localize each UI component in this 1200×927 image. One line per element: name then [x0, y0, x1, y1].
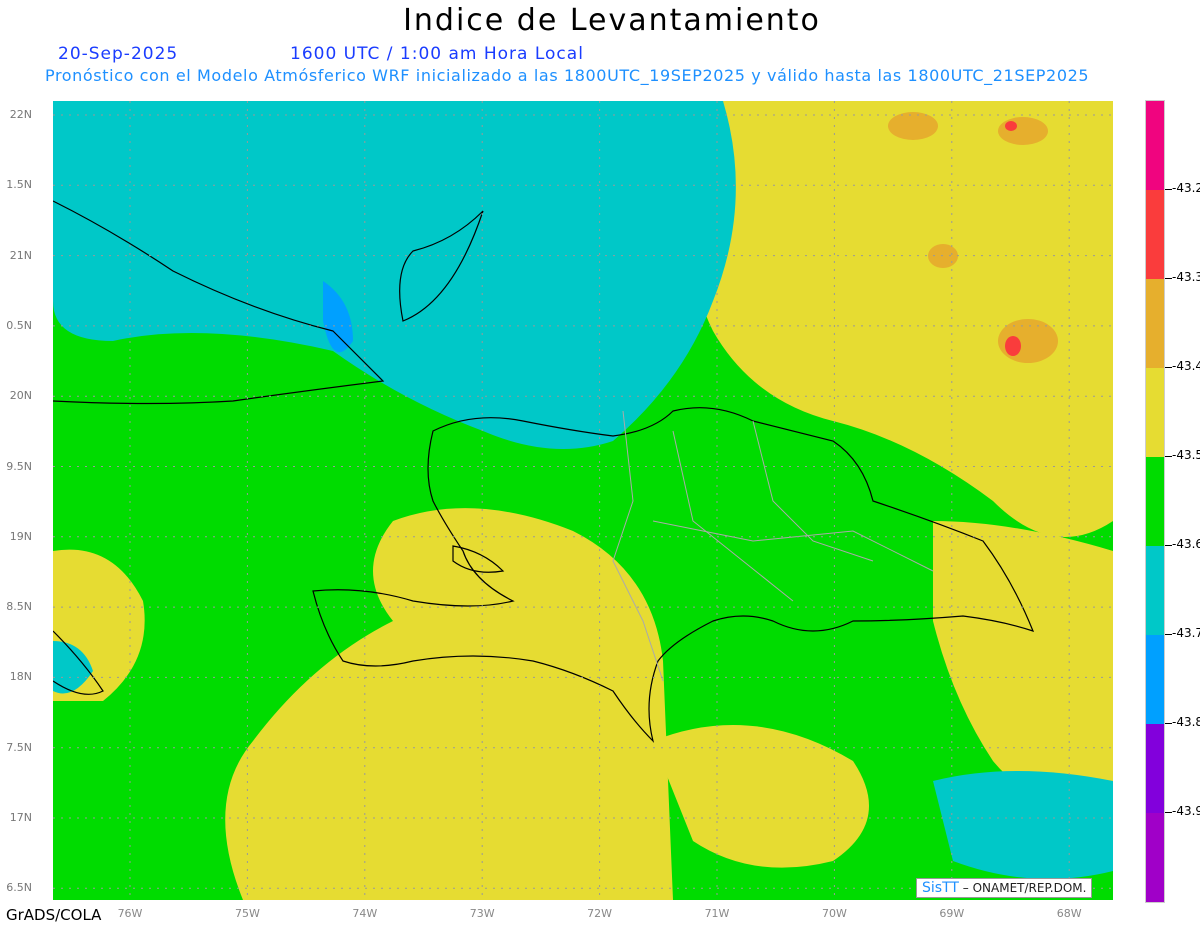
lon-label: 69W: [939, 907, 965, 920]
lifted-index-map: [53, 101, 1113, 900]
lon-label: 75W: [234, 907, 260, 920]
colorbar-segment: [1146, 546, 1164, 635]
lon-label: 73W: [469, 907, 495, 920]
lon-label: 72W: [587, 907, 613, 920]
colorbar-tick: [1165, 367, 1172, 368]
lat-label: 22N: [9, 108, 32, 121]
colorbar-segment: [1146, 813, 1164, 902]
colorbar-label: -43.7: [1172, 626, 1200, 640]
forecast-date: 20-Sep-2025: [58, 44, 179, 64]
lat-label: 17N: [9, 811, 32, 824]
lon-label: 70W: [821, 907, 847, 920]
map-title: Indice de Levantamiento: [403, 3, 821, 38]
lon-label: 68W: [1056, 907, 1082, 920]
model-subtitle: Pronóstico con el Modelo Atmósferico WRF…: [45, 66, 1090, 85]
lat-label: 20N: [9, 389, 32, 403]
lon-label: 71W: [704, 907, 730, 920]
colorbar-segment: [1146, 190, 1164, 279]
colorbar-tick: [1165, 456, 1172, 457]
lat-label: 18N: [9, 670, 32, 684]
colorbar-tick: [1165, 634, 1172, 635]
lat-label: 0.5N: [6, 318, 32, 332]
lon-label: 76W: [117, 907, 143, 920]
colorbar-segment: [1146, 457, 1164, 546]
colorbar-tick: [1165, 189, 1172, 190]
onamet-watermark: SisTT – ONAMET/REP.DOM.: [916, 878, 1093, 898]
colorbar-label: -43.9: [1172, 804, 1200, 818]
sistt-logo: SisTT: [922, 880, 959, 896]
colorbar-label: -43.6: [1172, 537, 1200, 551]
colorbar-segment: [1146, 635, 1164, 724]
colorbar-segment: [1146, 368, 1164, 457]
lat-label: 19N: [9, 529, 32, 543]
colorbar-tick: [1165, 545, 1172, 546]
lon-label: 74W: [352, 907, 378, 920]
colorbar-tick: [1165, 723, 1172, 724]
colorbar-label: -43.2: [1172, 181, 1200, 195]
lat-label: 6.5N: [6, 881, 32, 895]
watermark-text: – ONAMET/REP.DOM.: [962, 881, 1087, 895]
colorbar-tick: [1165, 278, 1172, 279]
lat-label: 8.5N: [6, 600, 32, 614]
lat-label: 1.5N: [6, 178, 32, 192]
colorbar-segment: [1146, 724, 1164, 813]
lat-label: 7.5N: [6, 740, 32, 754]
colorbar-label: -43.4: [1172, 359, 1200, 373]
lat-label: 9.5N: [6, 459, 32, 473]
colorbar-label: -43.5: [1172, 448, 1200, 462]
colorbar: [1145, 100, 1165, 903]
forecast-time: 1600 UTC / 1:00 am Hora Local: [290, 44, 584, 64]
colorbar-segment: [1146, 279, 1164, 368]
colorbar-tick: [1165, 812, 1172, 813]
colorbar-label: -43.8: [1172, 715, 1200, 729]
grads-credit: GrADS/COLA: [6, 906, 102, 924]
colorbar-label: -43.3: [1172, 270, 1200, 284]
lat-label: 21N: [9, 248, 32, 262]
colorbar-segment: [1146, 101, 1164, 190]
